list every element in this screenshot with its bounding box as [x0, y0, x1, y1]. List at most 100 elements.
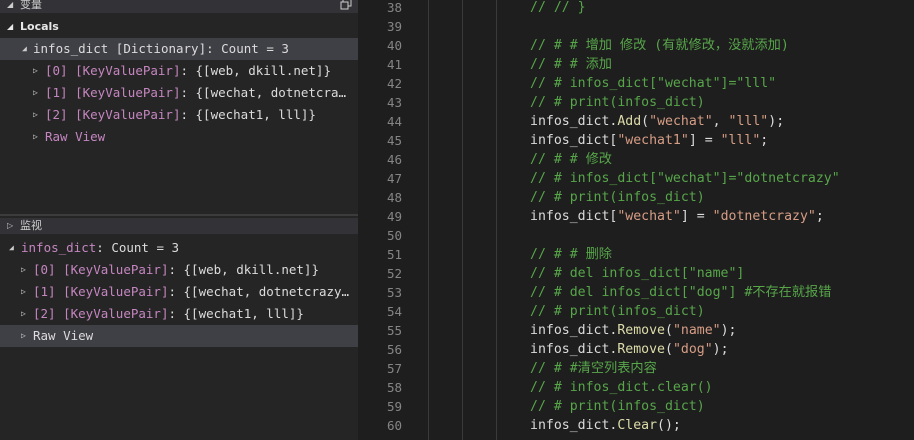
code-line[interactable]: // # print(infos_dict) — [530, 397, 705, 416]
code-token: ] = — [680, 209, 713, 224]
line-number: 54 — [386, 304, 402, 319]
code-token: infos_dict[ — [530, 209, 618, 224]
line-number: 46 — [386, 152, 402, 167]
code-line[interactable]: // # infos_dict["wechat"]="lll" — [530, 74, 776, 93]
new-window-icon[interactable] — [340, 0, 352, 10]
variable-row-raw-view[interactable]: ▷ Raw View — [0, 126, 358, 148]
line-number: 48 — [386, 190, 402, 205]
code-comment: // # print(infos_dict) — [530, 399, 705, 414]
code-line[interactable]: // # print(infos_dict) — [530, 188, 705, 207]
collapsed-triangle-icon[interactable]: ▷ — [33, 104, 38, 126]
variable-name: infos_dict — [33, 41, 109, 56]
variable-row-item-1[interactable]: ▷ [1] [KeyValuePair]: {[wechat, dotnetcr… — [0, 82, 358, 104]
line-number: 43 — [386, 95, 402, 110]
code-string: "dotnetcrazy" — [712, 209, 816, 224]
code-line[interactable]: // # # 添加 — [530, 55, 612, 74]
watch-row-item-1[interactable]: ▷ [1] [KeyValuePair]: {[wechat, dotnetcr… — [0, 281, 358, 303]
code-token: ; — [760, 133, 769, 148]
collapsed-triangle-icon[interactable]: ▷ — [21, 303, 26, 325]
item-index: [0] — [33, 262, 56, 277]
watch-row-item-2[interactable]: ▷ [2] [KeyValuePair]: {[wechat1, lll]} — [0, 303, 358, 325]
code-comment: // # print(infos_dict) — [530, 304, 705, 319]
code-line[interactable]: // # print(infos_dict) — [530, 302, 705, 321]
locals-section[interactable]: ◢ Locals — [0, 18, 358, 36]
code-line[interactable]: // # infos_dict["wechat"]="dotnetcrazy" — [530, 169, 840, 188]
collapsed-triangle-icon[interactable]: ▷ — [33, 126, 38, 148]
code-line[interactable]: // # infos_dict.clear() — [530, 378, 713, 397]
line-number: 50 — [386, 228, 402, 243]
collapse-triangle-icon[interactable]: ◢ — [7, 0, 13, 13]
item-type: [KeyValuePair] — [75, 85, 181, 100]
collapsed-triangle-icon[interactable]: ▷ — [21, 259, 26, 281]
locals-section-title: Locals — [20, 20, 59, 33]
item-value: : {[wechat, dotnetcra… — [180, 85, 347, 100]
line-number: 59 — [386, 399, 402, 414]
watch-row-item-0[interactable]: ▷ [0] [KeyValuePair]: {[web, dkill.net]} — [0, 259, 358, 281]
item-type: [KeyValuePair] — [63, 262, 169, 277]
item-index: [2] — [33, 306, 56, 321]
expanded-triangle-icon[interactable]: ◢ — [22, 38, 27, 60]
code-line[interactable]: // // } — [530, 0, 586, 17]
code-token: , — [712, 114, 729, 129]
code-token: ); — [720, 323, 737, 338]
code-method: Add — [617, 114, 642, 129]
code-comment: // // } — [530, 0, 586, 15]
raw-view-label: Raw View — [45, 129, 106, 144]
collapsed-triangle-icon[interactable]: ▷ — [21, 281, 26, 303]
line-number: 38 — [386, 0, 402, 15]
item-type: [KeyValuePair] — [75, 63, 181, 78]
code-line[interactable]: // # print(infos_dict) — [530, 93, 705, 112]
collapsed-triangle-icon[interactable]: ▷ — [33, 60, 38, 82]
code-line[interactable]: // # # 修改 — [530, 150, 612, 169]
watch-row-root[interactable]: ◢ infos_dict: Count = 3 — [0, 237, 358, 259]
debug-panels: ◢ 变量 ◢ Locals ◢ infos_dict [Dictionary]:… — [0, 0, 358, 440]
line-number: 41 — [386, 57, 402, 72]
code-string: "dog" — [672, 342, 713, 357]
code-line[interactable]: // # del infos_dict["name"] — [530, 264, 744, 283]
code-string: "wechat" — [617, 209, 681, 224]
item-type: [KeyValuePair] — [75, 107, 181, 122]
collapsed-triangle-icon[interactable]: ▷ — [21, 325, 26, 347]
code-line[interactable]: infos_dict.Add("wechat", "lll"); — [530, 112, 784, 131]
code-line[interactable]: infos_dict["wechat"] = "dotnetcrazy"; — [530, 207, 824, 226]
code-comment: // # print(infos_dict) — [530, 95, 705, 110]
line-number: 42 — [386, 76, 402, 91]
code-line[interactable]: infos_dict.Remove("dog"); — [530, 340, 729, 359]
watch-panel-header[interactable]: ▷ 监视 — [0, 218, 358, 234]
collapse-triangle-icon[interactable]: ▷ — [7, 218, 13, 234]
collapse-triangle-icon[interactable]: ◢ — [7, 18, 13, 36]
line-number: 60 — [386, 418, 402, 433]
watch-name: infos_dict — [21, 240, 97, 255]
code-comment: // # infos_dict["wechat"]="dotnetcrazy" — [530, 171, 840, 186]
watch-row-raw-view[interactable]: ▷ Raw View — [0, 325, 358, 347]
code-line[interactable]: infos_dict["wechat1"] = "lll"; — [530, 131, 768, 150]
variable-row-item-0[interactable]: ▷ [0] [KeyValuePair]: {[web, dkill.net]} — [0, 60, 358, 82]
panel-divider[interactable] — [0, 214, 358, 216]
code-string: "lll" — [728, 114, 769, 129]
line-number: 55 — [386, 323, 402, 338]
code-comment: // # # 添加 — [530, 57, 612, 72]
collapsed-triangle-icon[interactable]: ▷ — [33, 82, 38, 104]
code-line[interactable]: // # # 删除 — [530, 245, 612, 264]
expanded-triangle-icon[interactable]: ◢ — [9, 237, 14, 259]
code-method: Clear — [617, 418, 658, 433]
code-string: "wechat1" — [617, 133, 689, 148]
variable-type: [Dictionary] — [115, 41, 207, 56]
line-number: 58 — [386, 380, 402, 395]
code-token: ); — [768, 114, 785, 129]
code-line[interactable]: // # del infos_dict["dog"] #不存在就报错 — [530, 283, 831, 302]
code-token: ; — [815, 209, 824, 224]
code-line[interactable]: infos_dict.Remove("name"); — [530, 321, 736, 340]
variables-panel-header[interactable]: ◢ 变量 — [0, 0, 358, 13]
variable-row-root[interactable]: ◢ infos_dict [Dictionary]: Count = 3 — [0, 38, 358, 60]
item-index: [1] — [45, 85, 68, 100]
item-value: : {[wechat1, lll]} — [168, 306, 304, 321]
variable-row-item-2[interactable]: ▷ [2] [KeyValuePair]: {[wechat1, lll]} — [0, 104, 358, 126]
code-line[interactable]: // # #清空列表内容 — [530, 359, 657, 378]
code-string: "lll" — [720, 133, 761, 148]
code-token: infos_dict. — [530, 323, 618, 338]
code-comment: // # # 增加 修改 (有就修改，没就添加) — [530, 38, 789, 53]
code-line[interactable]: infos_dict.Clear(); — [530, 416, 681, 435]
code-line[interactable]: // # # 增加 修改 (有就修改，没就添加) — [530, 36, 789, 55]
line-number: 57 — [386, 361, 402, 376]
